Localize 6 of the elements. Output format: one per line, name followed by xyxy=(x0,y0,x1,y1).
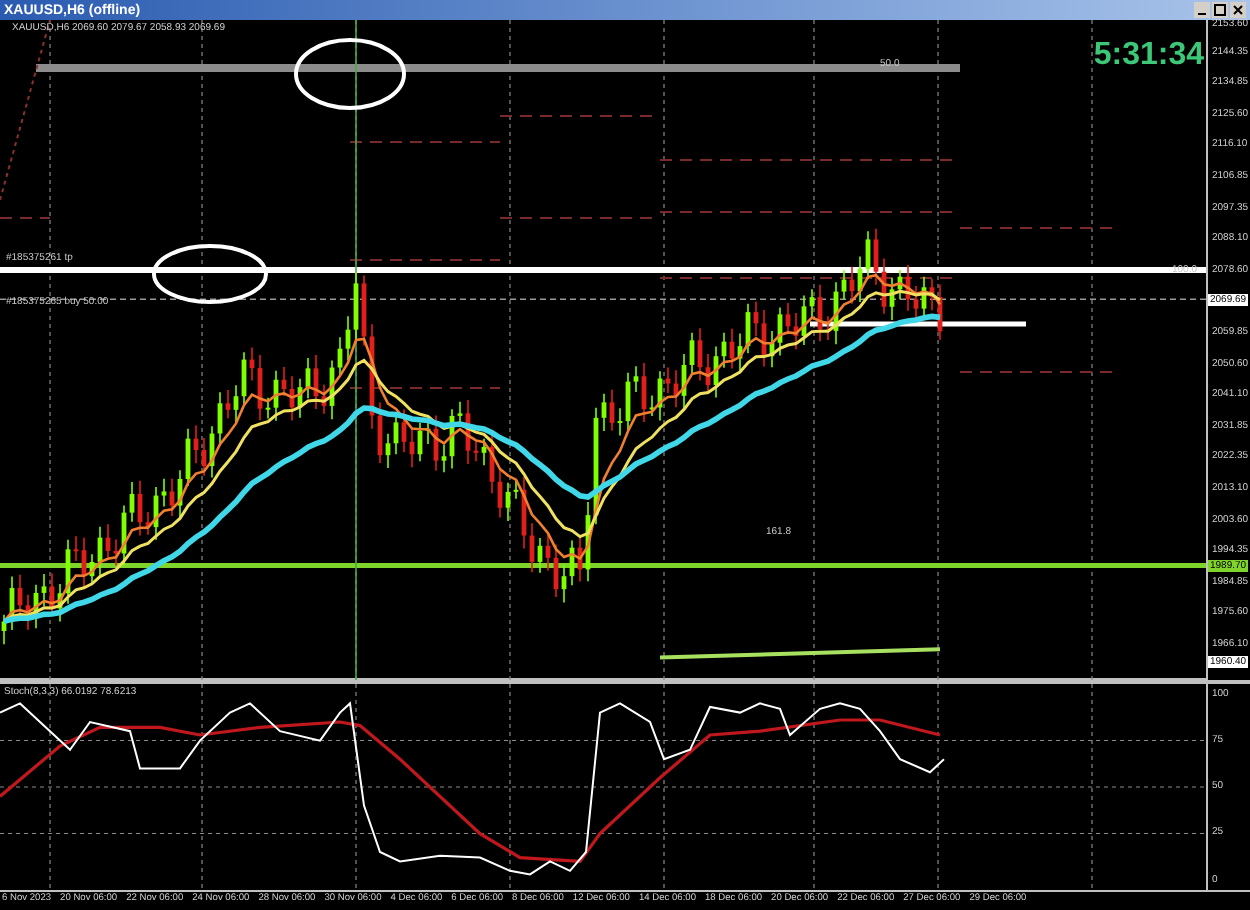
close-icon[interactable] xyxy=(1230,2,1246,18)
minimize-icon[interactable] xyxy=(1194,2,1210,18)
pivot-level-line xyxy=(0,217,51,219)
ellipse-marking xyxy=(294,38,406,110)
ellipse-marking xyxy=(152,244,268,304)
maximize-icon[interactable] xyxy=(1212,2,1228,18)
